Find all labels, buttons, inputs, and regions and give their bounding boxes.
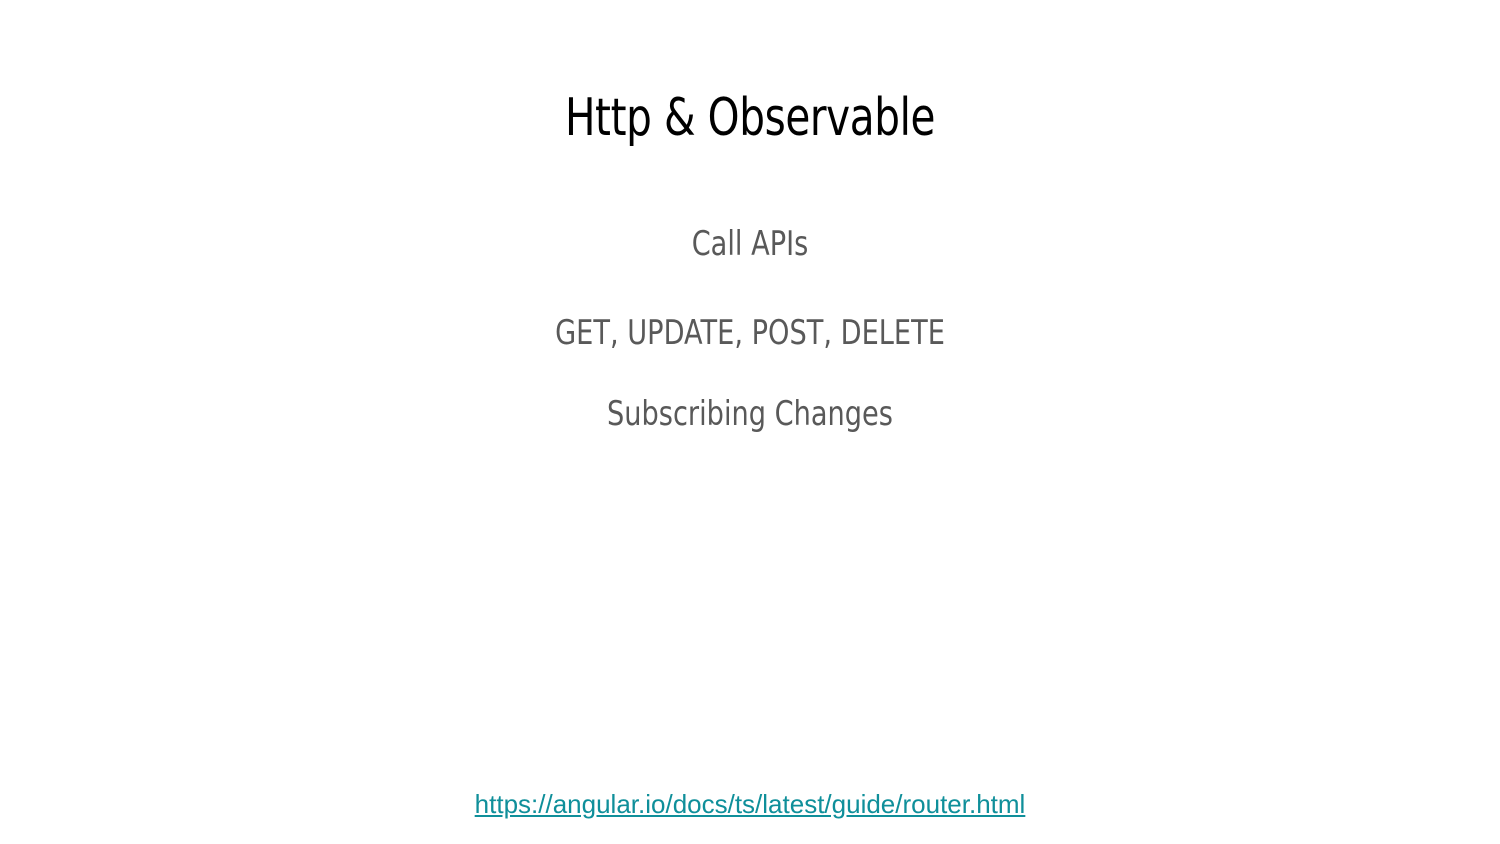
bullet-item-http-methods: GET, UPDATE, POST, DELETE: [555, 313, 945, 353]
angular-router-guide-link[interactable]: https://angular.io/docs/ts/latest/guide/…: [0, 786, 1500, 822]
slide-title: Http & Observable: [564, 88, 936, 148]
bullet-item-call-apis: Call APIs: [691, 224, 809, 264]
slide: Http & Observable Call APIs GET, UPDATE,…: [0, 0, 1500, 844]
bullet-item-subscribing-changes: Subscribing Changes: [607, 394, 893, 434]
